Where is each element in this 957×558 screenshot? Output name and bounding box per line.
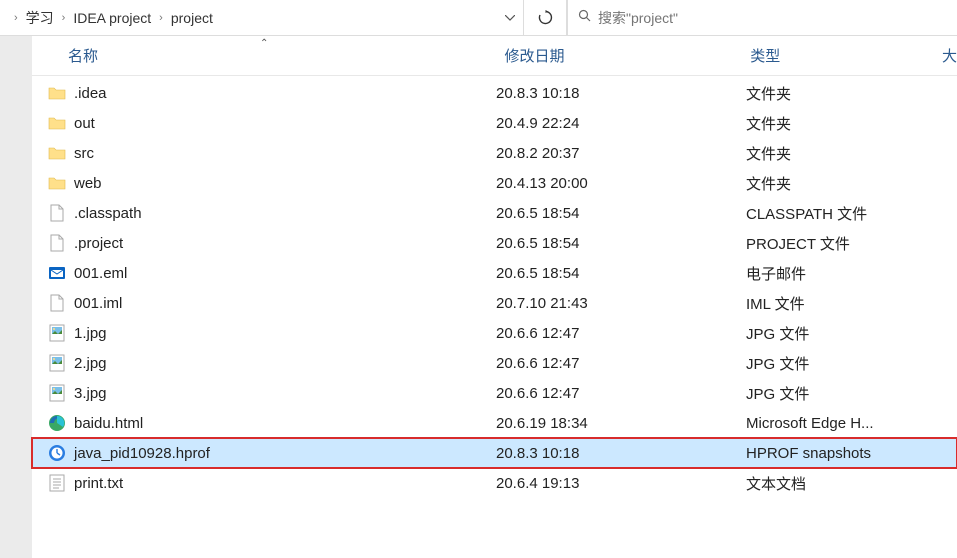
image-icon bbox=[48, 354, 66, 372]
file-type: JPG 文件 bbox=[746, 383, 957, 404]
text-icon bbox=[48, 474, 66, 492]
file-row[interactable]: out20.4.9 22:24文件夹 bbox=[32, 108, 957, 138]
file-date: 20.6.4 19:13 bbox=[496, 475, 746, 492]
column-header-size[interactable]: 大 bbox=[942, 45, 957, 66]
file-type: 文件夹 bbox=[746, 83, 957, 104]
chevron-down-icon bbox=[505, 15, 515, 21]
file-name: baidu.html bbox=[74, 415, 496, 432]
file-name: java_pid10928.hprof bbox=[74, 445, 496, 462]
file-type: 文本文档 bbox=[746, 473, 957, 494]
column-header-date[interactable]: 修改日期 bbox=[504, 45, 750, 66]
file-name: 2.jpg bbox=[74, 355, 496, 372]
file-row[interactable]: java_pid10928.hprof20.8.3 10:18HPROF sna… bbox=[32, 438, 957, 468]
sort-indicator-icon: ⌃ bbox=[260, 38, 268, 49]
file-row[interactable]: web20.4.13 20:00文件夹 bbox=[32, 168, 957, 198]
file-type: 文件夹 bbox=[746, 143, 957, 164]
chevron-right-icon: › bbox=[56, 12, 72, 24]
file-row[interactable]: print.txt20.6.4 19:13文本文档 bbox=[32, 468, 957, 498]
file-type: PROJECT 文件 bbox=[746, 233, 957, 254]
breadcrumb-item[interactable]: IDEA project bbox=[71, 10, 153, 26]
column-header-name[interactable]: 名称 bbox=[64, 45, 504, 66]
file-date: 20.8.3 10:18 bbox=[496, 85, 746, 102]
file-icon bbox=[48, 234, 66, 252]
file-row[interactable]: .classpath20.6.5 18:54CLASSPATH 文件 bbox=[32, 198, 957, 228]
file-row[interactable]: 001.iml20.7.10 21:43IML 文件 bbox=[32, 288, 957, 318]
file-row[interactable]: 2.jpg20.6.6 12:47JPG 文件 bbox=[32, 348, 957, 378]
file-date: 20.6.5 18:54 bbox=[496, 235, 746, 252]
hprof-icon bbox=[48, 444, 66, 462]
file-name: out bbox=[74, 115, 496, 132]
file-date: 20.4.13 20:00 bbox=[496, 175, 746, 192]
file-type: 文件夹 bbox=[746, 173, 957, 194]
file-name: 001.iml bbox=[74, 295, 496, 312]
file-type: 文件夹 bbox=[746, 113, 957, 134]
folder-icon bbox=[48, 84, 66, 102]
address-toolbar: › 学习 › IDEA project › project bbox=[0, 0, 957, 36]
file-name: .project bbox=[74, 235, 496, 252]
nav-pane-edge bbox=[0, 36, 32, 558]
column-header-type[interactable]: 类型 bbox=[750, 45, 942, 66]
chevron-right-icon: › bbox=[153, 12, 169, 24]
file-row[interactable]: .idea20.8.3 10:18文件夹 bbox=[32, 78, 957, 108]
file-date: 20.7.10 21:43 bbox=[496, 295, 746, 312]
refresh-button[interactable] bbox=[523, 0, 567, 35]
eml-icon bbox=[48, 264, 66, 282]
folder-icon bbox=[48, 174, 66, 192]
file-name: web bbox=[74, 175, 496, 192]
file-row[interactable]: 001.eml20.6.5 18:54电子邮件 bbox=[32, 258, 957, 288]
file-row[interactable]: .project20.6.5 18:54PROJECT 文件 bbox=[32, 228, 957, 258]
file-date: 20.8.3 10:18 bbox=[496, 445, 746, 462]
file-type: JPG 文件 bbox=[746, 353, 957, 374]
folder-icon bbox=[48, 114, 66, 132]
file-name: 001.eml bbox=[74, 265, 496, 282]
file-type: CLASSPATH 文件 bbox=[746, 203, 957, 224]
file-date: 20.6.5 18:54 bbox=[496, 205, 746, 222]
edge-icon bbox=[48, 414, 66, 432]
file-name: 1.jpg bbox=[74, 325, 496, 342]
file-date: 20.6.6 12:47 bbox=[496, 385, 746, 402]
breadcrumb-item[interactable]: 学习 bbox=[24, 8, 56, 28]
breadcrumb[interactable]: › 学习 › IDEA project › project bbox=[0, 0, 523, 35]
file-icon bbox=[48, 204, 66, 222]
file-row[interactable]: 3.jpg20.6.6 12:47JPG 文件 bbox=[32, 378, 957, 408]
column-headers: 名称 修改日期 类型 大 bbox=[32, 36, 957, 76]
folder-icon bbox=[48, 144, 66, 162]
breadcrumb-item[interactable]: project bbox=[169, 10, 215, 26]
file-name: .classpath bbox=[74, 205, 496, 222]
file-row[interactable]: 1.jpg20.6.6 12:47JPG 文件 bbox=[32, 318, 957, 348]
chevron-right-icon: › bbox=[8, 12, 24, 24]
file-date: 20.6.19 18:34 bbox=[496, 415, 746, 432]
file-list: .idea20.8.3 10:18文件夹out20.4.9 22:24文件夹sr… bbox=[32, 76, 957, 498]
file-date: 20.6.6 12:47 bbox=[496, 355, 746, 372]
file-date: 20.4.9 22:24 bbox=[496, 115, 746, 132]
file-name: src bbox=[74, 145, 496, 162]
file-type: HPROF snapshots bbox=[746, 445, 957, 462]
breadcrumb-dropdown[interactable] bbox=[495, 0, 523, 35]
file-type: IML 文件 bbox=[746, 293, 957, 314]
file-row[interactable]: baidu.html20.6.19 18:34Microsoft Edge H.… bbox=[32, 408, 957, 438]
refresh-icon bbox=[538, 10, 553, 25]
file-date: 20.6.6 12:47 bbox=[496, 325, 746, 342]
search-input[interactable] bbox=[598, 10, 957, 26]
file-date: 20.8.2 20:37 bbox=[496, 145, 746, 162]
search-box[interactable] bbox=[567, 0, 957, 35]
file-type: 电子邮件 bbox=[746, 263, 957, 284]
file-name: 3.jpg bbox=[74, 385, 496, 402]
search-icon bbox=[578, 9, 592, 26]
file-name: .idea bbox=[74, 85, 496, 102]
file-icon bbox=[48, 294, 66, 312]
image-icon bbox=[48, 384, 66, 402]
file-type: Microsoft Edge H... bbox=[746, 415, 957, 432]
file-name: print.txt bbox=[74, 475, 496, 492]
file-row[interactable]: src20.8.2 20:37文件夹 bbox=[32, 138, 957, 168]
file-type: JPG 文件 bbox=[746, 323, 957, 344]
file-date: 20.6.5 18:54 bbox=[496, 265, 746, 282]
image-icon bbox=[48, 324, 66, 342]
